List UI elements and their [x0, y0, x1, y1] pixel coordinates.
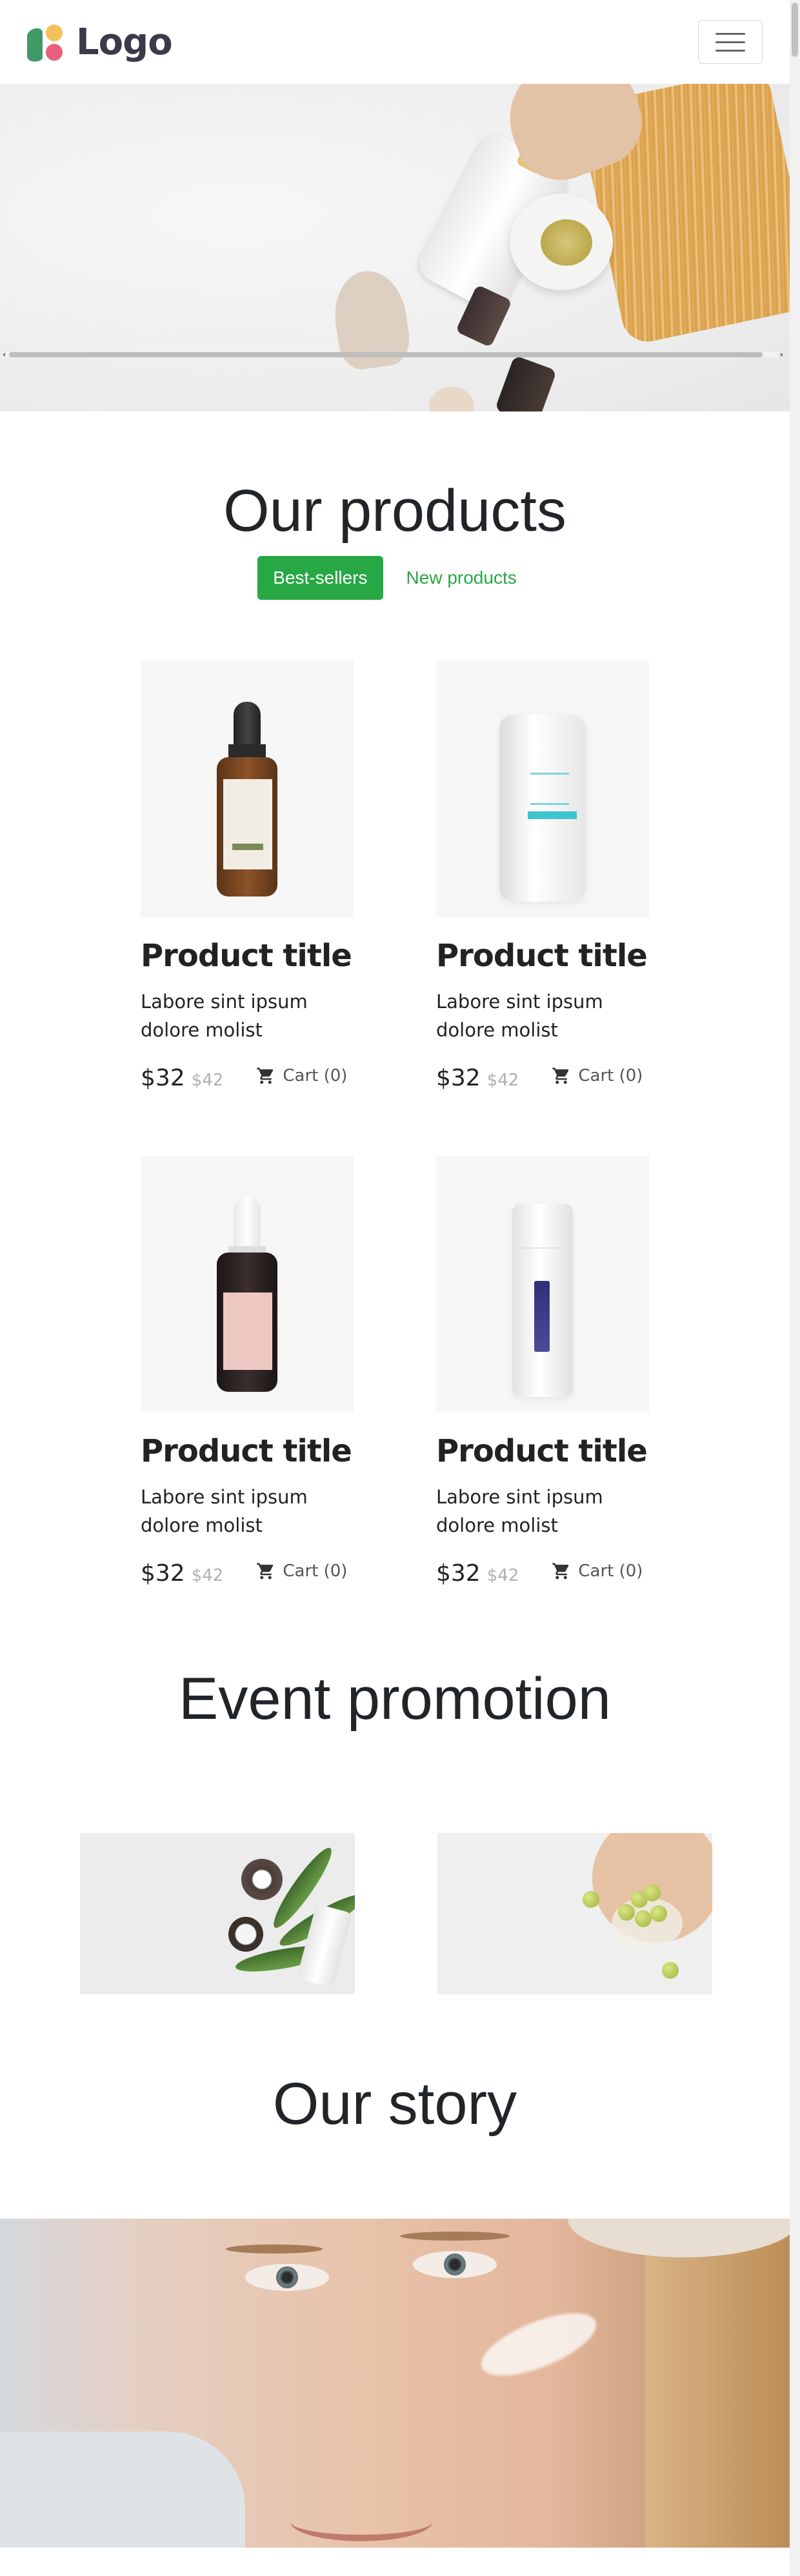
- products-section-title: Our products: [223, 478, 566, 544]
- cart-label: Cart (0): [578, 1065, 643, 1085]
- hero-shell: [429, 387, 474, 411]
- product-price: $32: [141, 1560, 185, 1587]
- product-card[interactable]: Product title Labore sint ipsum dolore m…: [141, 1156, 354, 1587]
- promotion-image-skincare[interactable]: [80, 1833, 355, 1994]
- logo-text: Logo: [76, 21, 173, 63]
- product-description: Labore sint ipsum dolore molist: [436, 1485, 603, 1536]
- product-title[interactable]: Product title: [436, 939, 649, 973]
- white-cream-jar: [499, 715, 586, 902]
- hero-horizontal-scrollbar[interactable]: [0, 350, 790, 360]
- cart-label: Cart (0): [283, 1065, 348, 1085]
- product-old-price: $42: [191, 1070, 224, 1090]
- add-to-cart-button[interactable]: Cart (0): [255, 1561, 347, 1581]
- add-to-cart-button[interactable]: Cart (0): [255, 1066, 347, 1085]
- cart-icon: [257, 1563, 274, 1580]
- scroll-right-icon[interactable]: [781, 353, 783, 357]
- cart-label: Cart (0): [283, 1561, 348, 1581]
- product-card[interactable]: Product title Labore sint ipsum dolore m…: [436, 1156, 649, 1587]
- hero-bottle: [494, 355, 557, 411]
- logo-mark-icon: [27, 25, 63, 62]
- product-tabs: Best-sellers New products: [0, 556, 790, 600]
- add-to-cart-button[interactable]: Cart (0): [551, 1066, 643, 1085]
- hamburger-icon-line: [715, 41, 745, 43]
- white-pump-bottle: [512, 1204, 573, 1397]
- product-footer: $32 $42 Cart (0): [436, 1065, 649, 1091]
- product-title[interactable]: Product title: [141, 939, 354, 973]
- product-image[interactable]: [436, 1156, 649, 1412]
- product-old-price: $42: [486, 1565, 519, 1585]
- hero-banner: [0, 84, 790, 411]
- promotion-image-grapes[interactable]: [437, 1833, 712, 1994]
- story-cream: [473, 2300, 605, 2389]
- product-footer: $32 $42 Cart (0): [436, 1560, 649, 1587]
- product-card[interactable]: Product title Labore sint ipsum dolore m…: [141, 660, 354, 1091]
- page-scrollbar[interactable]: [790, 0, 800, 2576]
- product-footer: $32 $42 Cart (0): [141, 1560, 354, 1587]
- tab-new-products[interactable]: New products: [391, 556, 532, 600]
- product-image[interactable]: [141, 660, 354, 917]
- product-description: Labore sint ipsum dolore molist: [141, 990, 308, 1041]
- logo[interactable]: Logo: [23, 19, 173, 65]
- page-scrollbar-thumb[interactable]: [792, 3, 798, 57]
- site-header: Logo: [0, 0, 790, 84]
- hamburger-icon-line: [715, 32, 745, 35]
- product-price: $32: [436, 1064, 481, 1091]
- scroll-left-icon[interactable]: [3, 353, 5, 357]
- story-smile: [290, 2502, 432, 2541]
- product-title[interactable]: Product title: [141, 1434, 354, 1469]
- product-old-price: $42: [191, 1565, 224, 1585]
- add-to-cart-button[interactable]: Cart (0): [551, 1561, 643, 1581]
- product-image[interactable]: [436, 660, 649, 917]
- product-footer: $32 $42 Cart (0): [141, 1065, 354, 1091]
- story-image: [0, 2219, 790, 2548]
- cart-icon: [552, 1067, 569, 1084]
- product-card[interactable]: Product title Labore sint ipsum dolore m…: [436, 660, 649, 1091]
- product-image[interactable]: [141, 1156, 354, 1412]
- cart-label: Cart (0): [578, 1561, 643, 1581]
- scrollbar-thumb[interactable]: [9, 352, 763, 357]
- product-price: $32: [436, 1560, 481, 1587]
- hamburger-icon-line: [715, 49, 745, 52]
- menu-toggle-button[interactable]: [698, 20, 763, 64]
- story-section-title: Our story: [272, 2071, 517, 2137]
- story-shoulder: [0, 2432, 245, 2548]
- tab-best-sellers[interactable]: Best-sellers: [257, 556, 383, 600]
- promotion-section-title: Event promotion: [179, 1666, 611, 1732]
- cart-icon: [257, 1067, 274, 1084]
- product-title[interactable]: Product title: [436, 1434, 649, 1469]
- product-description: Labore sint ipsum dolore molist: [436, 990, 603, 1041]
- cart-icon: [552, 1563, 569, 1580]
- story-hair: [645, 2219, 790, 2548]
- product-old-price: $42: [486, 1070, 519, 1090]
- hero-oil: [541, 219, 592, 266]
- product-price: $32: [141, 1064, 185, 1091]
- product-description: Labore sint ipsum dolore molist: [141, 1485, 308, 1536]
